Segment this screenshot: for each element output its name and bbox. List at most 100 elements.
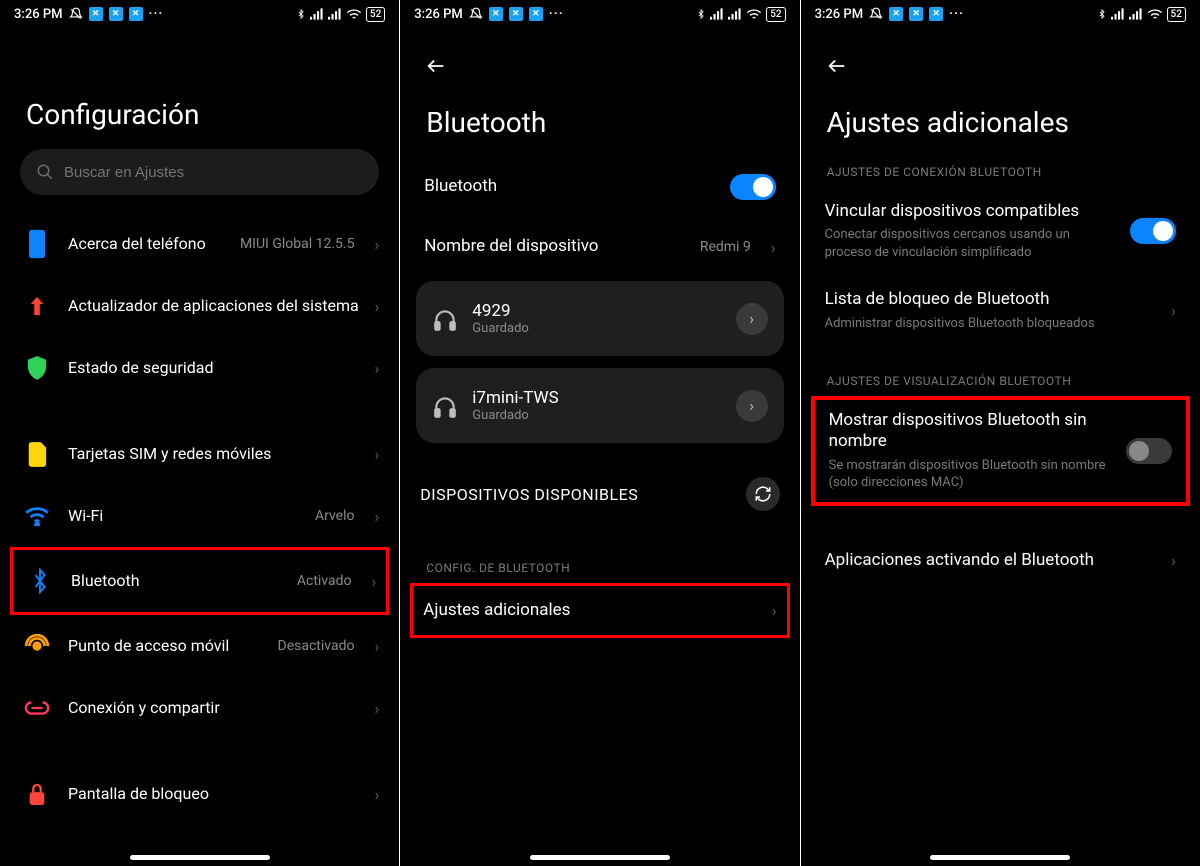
page-title: Configuración xyxy=(0,28,399,149)
pair-toggle[interactable] xyxy=(1130,218,1176,244)
signal-icon-1 xyxy=(1111,8,1125,20)
chevron-right-icon: › xyxy=(374,297,379,316)
battery-indicator: 52 xyxy=(1167,7,1186,22)
row-title: Aplicaciones activando el Bluetooth xyxy=(825,550,1157,571)
bluetooth-status-icon xyxy=(1097,7,1107,21)
notif-icon-1: ✕ xyxy=(489,7,503,21)
bluetooth-toggle[interactable] xyxy=(730,174,776,200)
row-label: Punto de acceso móvil xyxy=(68,636,264,656)
chevron-right-icon: › xyxy=(1171,301,1176,320)
status-bar: 3:26 PM ✕ ✕ ✕ ··· 52 xyxy=(801,0,1200,28)
device-status: Guardado xyxy=(472,408,721,423)
notif-icon-3: ✕ xyxy=(129,7,143,21)
dnd-icon xyxy=(469,7,483,21)
row-label: Tarjetas SIM y redes móviles xyxy=(68,444,360,464)
phone-icon xyxy=(20,227,54,261)
status-time: 3:26 PM xyxy=(14,7,63,22)
row-additional-settings[interactable]: Ajustes adicionales › xyxy=(410,583,789,638)
row-pair-compatible[interactable]: Vincular dispositivos compatibles Conect… xyxy=(801,187,1200,275)
settings-list: Acerca del teléfono MIUI Global 12.5.5 ›… xyxy=(0,207,399,831)
device-more-button[interactable]: › xyxy=(736,390,768,422)
more-notif-icon: ··· xyxy=(549,6,564,22)
row-label: Bluetooth xyxy=(424,176,715,197)
back-button[interactable] xyxy=(819,48,855,84)
notif-icon-1: ✕ xyxy=(89,7,103,21)
row-label: Ajustes adicionales xyxy=(423,600,757,621)
chevron-right-icon: › xyxy=(772,601,777,620)
bluetooth-status-icon xyxy=(296,7,306,21)
device-row[interactable]: 4929 Guardado › xyxy=(416,287,783,350)
row-connection-share[interactable]: Conexión y compartir › xyxy=(0,677,399,739)
section-header-conn: AJUSTES DE CONEXIÓN BLUETOOTH xyxy=(801,157,1200,187)
row-security-status[interactable]: Estado de seguridad › xyxy=(0,337,399,399)
battery-indicator: 52 xyxy=(766,7,785,22)
status-bar: 3:26 PM ✕ ✕ ✕ ··· 52 xyxy=(0,0,399,28)
search-input[interactable] xyxy=(64,164,363,181)
chevron-right-icon: › xyxy=(374,699,379,718)
lock-icon xyxy=(20,777,54,811)
shield-icon xyxy=(20,351,54,385)
refresh-button[interactable] xyxy=(746,477,780,511)
more-notif-icon: ··· xyxy=(149,6,164,22)
row-lockscreen[interactable]: Pantalla de bloqueo › xyxy=(0,763,399,825)
device-name: 4929 xyxy=(472,301,721,321)
row-value: MIUI Global 12.5.5 xyxy=(240,236,361,252)
dnd-icon xyxy=(869,7,883,21)
device-more-button[interactable]: › xyxy=(736,303,768,335)
chevron-right-icon: › xyxy=(1171,551,1176,570)
wifi-status-icon xyxy=(746,8,762,20)
row-label: Bluetooth xyxy=(71,571,283,591)
row-system-updater[interactable]: Actualizador de aplicaciones del sistema… xyxy=(0,275,399,337)
sim-icon xyxy=(20,437,54,471)
search-input-container[interactable] xyxy=(20,149,379,195)
row-label: Actualizador de aplicaciones del sistema xyxy=(68,296,360,316)
search-icon xyxy=(36,163,54,181)
row-device-name[interactable]: Nombre del dispositivo Redmi 9 › xyxy=(400,217,799,277)
row-label: Pantalla de bloqueo xyxy=(68,784,360,804)
row-hotspot[interactable]: Punto de acceso móvil Desactivado › xyxy=(0,615,399,677)
phone-screen-bluetooth: 3:26 PM ✕ ✕ ✕ ··· 52 Bluetooth Bluetooth… xyxy=(400,0,799,866)
headphones-icon xyxy=(432,307,458,331)
row-sim-networks[interactable]: Tarjetas SIM y redes móviles › xyxy=(0,423,399,485)
row-wifi[interactable]: Wi-Fi Arvelo › xyxy=(0,485,399,547)
row-value: Activado xyxy=(297,573,358,589)
wifi-status-icon xyxy=(346,8,362,20)
row-apps-bluetooth[interactable]: Aplicaciones activando el Bluetooth › xyxy=(801,536,1200,585)
signal-icon-2 xyxy=(1129,8,1143,20)
row-show-nameless[interactable]: Mostrar dispositivos Bluetooth sin nombr… xyxy=(811,396,1190,506)
chevron-right-icon: › xyxy=(374,785,379,804)
back-button[interactable] xyxy=(418,48,454,84)
saved-device-card: i7mini-TWS Guardado › xyxy=(416,368,783,443)
row-label: Acerca del teléfono xyxy=(68,234,226,254)
section-header-view: AJUSTES DE VISUALIZACIÓN BLUETOOTH xyxy=(801,346,1200,396)
notif-icon-2: ✕ xyxy=(109,7,123,21)
wifi-status-icon xyxy=(1147,8,1163,20)
row-title: Lista de bloqueo de Bluetooth xyxy=(825,289,1157,310)
notif-icon-1: ✕ xyxy=(889,7,903,21)
row-bluetooth-toggle[interactable]: Bluetooth xyxy=(400,157,799,217)
chevron-right-icon: › xyxy=(374,359,379,378)
row-blocklist[interactable]: Lista de bloqueo de Bluetooth Administra… xyxy=(801,275,1200,346)
chevron-right-icon: › xyxy=(374,507,379,526)
signal-icon-2 xyxy=(728,8,742,20)
page-title: Ajustes adicionales xyxy=(801,28,1200,157)
device-row[interactable]: i7mini-TWS Guardado › xyxy=(416,374,783,437)
bluetooth-icon xyxy=(23,564,57,598)
row-label: Estado de seguridad xyxy=(68,358,360,378)
gesture-bar xyxy=(930,855,1070,860)
row-bluetooth[interactable]: Bluetooth Activado › xyxy=(10,547,389,615)
dnd-icon xyxy=(69,7,83,21)
headphones-icon xyxy=(432,394,458,418)
available-label: DISPOSITIVOS DISPONIBLES xyxy=(420,485,733,504)
status-time: 3:26 PM xyxy=(815,7,864,22)
signal-icon-1 xyxy=(710,8,724,20)
row-desc: Se mostrarán dispositivos Bluetooth sin … xyxy=(829,457,1112,492)
row-about-phone[interactable]: Acerca del teléfono MIUI Global 12.5.5 › xyxy=(0,213,399,275)
signal-icon-1 xyxy=(310,8,324,20)
row-desc: Conectar dispositivos cercanos usando un… xyxy=(825,226,1116,261)
row-title: Mostrar dispositivos Bluetooth sin nombr… xyxy=(829,410,1112,453)
gesture-bar xyxy=(530,855,670,860)
show-nameless-toggle[interactable] xyxy=(1126,438,1172,464)
row-label: Wi-Fi xyxy=(68,506,301,526)
notif-icon-2: ✕ xyxy=(509,7,523,21)
